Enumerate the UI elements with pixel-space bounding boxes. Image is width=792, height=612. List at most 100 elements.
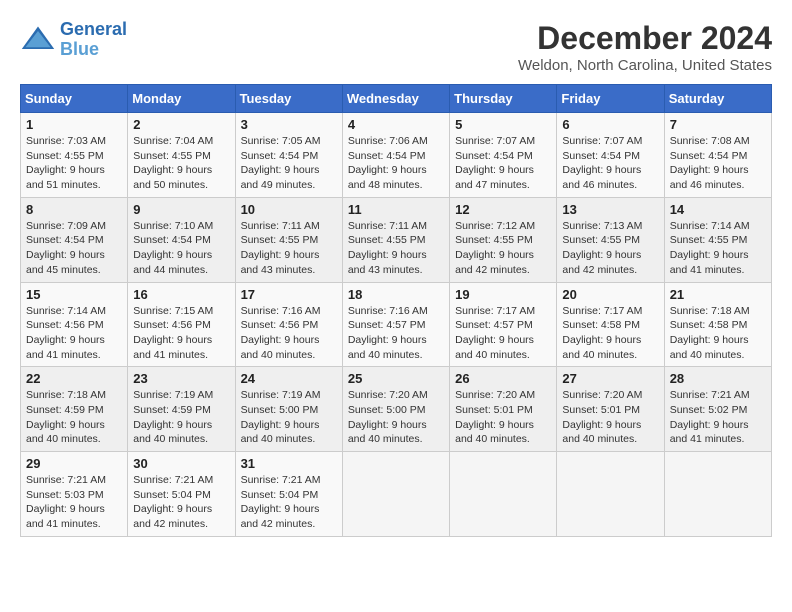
day-number: 16: [133, 287, 229, 302]
day-info: Sunrise: 7:20 AMSunset: 5:01 PMDaylight:…: [562, 388, 658, 447]
day-info: Sunrise: 7:16 AMSunset: 4:56 PMDaylight:…: [241, 304, 337, 363]
calendar-cell: 28Sunrise: 7:21 AMSunset: 5:02 PMDayligh…: [664, 367, 771, 452]
page-header: General Blue December 2024 Weldon, North…: [20, 20, 772, 74]
logo: General Blue: [20, 20, 127, 60]
month-title: December 2024: [518, 20, 772, 57]
calendar-cell: [342, 452, 449, 537]
day-info: Sunrise: 7:14 AMSunset: 4:55 PMDaylight:…: [670, 219, 766, 278]
calendar-cell: [450, 452, 557, 537]
day-info: Sunrise: 7:03 AMSunset: 4:55 PMDaylight:…: [26, 134, 122, 193]
day-info: Sunrise: 7:19 AMSunset: 5:00 PMDaylight:…: [241, 388, 337, 447]
day-info: Sunrise: 7:18 AMSunset: 4:59 PMDaylight:…: [26, 388, 122, 447]
day-info: Sunrise: 7:20 AMSunset: 5:01 PMDaylight:…: [455, 388, 551, 447]
day-number: 8: [26, 202, 122, 217]
day-number: 24: [241, 371, 337, 386]
calendar-cell: 2 Sunrise: 7:04 AMSunset: 4:55 PMDaylight…: [128, 113, 235, 198]
day-number: 20: [562, 287, 658, 302]
calendar-cell: 5 Sunrise: 7:07 AMSunset: 4:54 PMDaylight…: [450, 113, 557, 198]
day-info: Sunrise: 7:09 AMSunset: 4:54 PMDaylight:…: [26, 219, 122, 278]
day-number: 4: [348, 117, 444, 132]
calendar-cell: 23 Sunrise: 7:19 AMSunset: 4:59 PMDayligh…: [128, 367, 235, 452]
calendar-cell: 7 Sunrise: 7:08 AMSunset: 4:54 PMDaylight…: [664, 113, 771, 198]
calendar-cell: 13Sunrise: 7:13 AMSunset: 4:55 PMDayligh…: [557, 197, 664, 282]
calendar-cell: 1Sunrise: 7:03 AMSunset: 4:55 PMDaylight…: [21, 113, 128, 198]
logo-icon: [20, 22, 56, 58]
day-number: 25: [348, 371, 444, 386]
day-number: 15: [26, 287, 122, 302]
day-number: 27: [562, 371, 658, 386]
calendar-cell: 29 Sunrise: 7:21 AMSunset: 5:03 PMDayligh…: [21, 452, 128, 537]
day-info: Sunrise: 7:21 AMSunset: 5:02 PMDaylight:…: [670, 388, 766, 447]
day-number: 5: [455, 117, 551, 132]
calendar-cell: 25 Sunrise: 7:20 AMSunset: 5:00 PMDayligh…: [342, 367, 449, 452]
calendar-cell: [557, 452, 664, 537]
day-number: 11: [348, 202, 444, 217]
day-number: 10: [241, 202, 337, 217]
col-header-sunday: Sunday: [21, 85, 128, 113]
day-info: Sunrise: 7:18 AMSunset: 4:58 PMDaylight:…: [670, 304, 766, 363]
day-number: 30: [133, 456, 229, 471]
day-info: Sunrise: 7:15 AMSunset: 4:56 PMDaylight:…: [133, 304, 229, 363]
calendar-week-3: 15 Sunrise: 7:14 AMSunset: 4:56 PMDayligh…: [21, 282, 772, 367]
col-header-friday: Friday: [557, 85, 664, 113]
day-info: Sunrise: 7:17 AMSunset: 4:58 PMDaylight:…: [562, 304, 658, 363]
day-number: 9: [133, 202, 229, 217]
day-number: 23: [133, 371, 229, 386]
calendar-cell: 12 Sunrise: 7:12 AMSunset: 4:55 PMDayligh…: [450, 197, 557, 282]
calendar-header: SundayMondayTuesdayWednesdayThursdayFrid…: [21, 85, 772, 113]
calendar-cell: 27 Sunrise: 7:20 AMSunset: 5:01 PMDayligh…: [557, 367, 664, 452]
calendar-week-2: 8 Sunrise: 7:09 AMSunset: 4:54 PMDaylight…: [21, 197, 772, 282]
day-info: Sunrise: 7:07 AMSunset: 4:54 PMDaylight:…: [562, 134, 658, 193]
day-number: 22: [26, 371, 122, 386]
day-info: Sunrise: 7:21 AMSunset: 5:03 PMDaylight:…: [26, 473, 122, 532]
day-number: 7: [670, 117, 766, 132]
day-info: Sunrise: 7:17 AMSunset: 4:57 PMDaylight:…: [455, 304, 551, 363]
day-info: Sunrise: 7:04 AMSunset: 4:55 PMDaylight:…: [133, 134, 229, 193]
day-number: 29: [26, 456, 122, 471]
col-header-saturday: Saturday: [664, 85, 771, 113]
day-number: 26: [455, 371, 551, 386]
calendar-cell: 30Sunrise: 7:21 AMSunset: 5:04 PMDayligh…: [128, 452, 235, 537]
day-info: Sunrise: 7:12 AMSunset: 4:55 PMDaylight:…: [455, 219, 551, 278]
calendar-cell: 8 Sunrise: 7:09 AMSunset: 4:54 PMDaylight…: [21, 197, 128, 282]
calendar-cell: 22 Sunrise: 7:18 AMSunset: 4:59 PMDayligh…: [21, 367, 128, 452]
calendar-cell: 10Sunrise: 7:11 AMSunset: 4:55 PMDayligh…: [235, 197, 342, 282]
day-number: 2: [133, 117, 229, 132]
location-title: Weldon, North Carolina, United States: [518, 57, 772, 74]
day-info: Sunrise: 7:14 AMSunset: 4:56 PMDaylight:…: [26, 304, 122, 363]
calendar-cell: 17 Sunrise: 7:16 AMSunset: 4:56 PMDayligh…: [235, 282, 342, 367]
day-info: Sunrise: 7:10 AMSunset: 4:54 PMDaylight:…: [133, 219, 229, 278]
calendar-cell: 16 Sunrise: 7:15 AMSunset: 4:56 PMDayligh…: [128, 282, 235, 367]
day-info: Sunrise: 7:11 AMSunset: 4:55 PMDaylight:…: [348, 219, 444, 278]
calendar-cell: 18Sunrise: 7:16 AMSunset: 4:57 PMDayligh…: [342, 282, 449, 367]
col-header-tuesday: Tuesday: [235, 85, 342, 113]
day-info: Sunrise: 7:07 AMSunset: 4:54 PMDaylight:…: [455, 134, 551, 193]
col-header-thursday: Thursday: [450, 85, 557, 113]
calendar-cell: 6 Sunrise: 7:07 AMSunset: 4:54 PMDaylight…: [557, 113, 664, 198]
day-number: 18: [348, 287, 444, 302]
day-number: 13: [562, 202, 658, 217]
title-block: December 2024 Weldon, North Carolina, Un…: [518, 20, 772, 74]
col-header-wednesday: Wednesday: [342, 85, 449, 113]
day-number: 6: [562, 117, 658, 132]
calendar-cell: 19Sunrise: 7:17 AMSunset: 4:57 PMDayligh…: [450, 282, 557, 367]
day-number: 31: [241, 456, 337, 471]
calendar-cell: 3 Sunrise: 7:05 AMSunset: 4:54 PMDaylight…: [235, 113, 342, 198]
day-number: 21: [670, 287, 766, 302]
calendar-week-1: 1Sunrise: 7:03 AMSunset: 4:55 PMDaylight…: [21, 113, 772, 198]
calendar-cell: 21 Sunrise: 7:18 AMSunset: 4:58 PMDayligh…: [664, 282, 771, 367]
calendar-table: SundayMondayTuesdayWednesdayThursdayFrid…: [20, 84, 772, 537]
day-number: 3: [241, 117, 337, 132]
day-info: Sunrise: 7:19 AMSunset: 4:59 PMDaylight:…: [133, 388, 229, 447]
day-number: 17: [241, 287, 337, 302]
calendar-cell: 31Sunrise: 7:21 AMSunset: 5:04 PMDayligh…: [235, 452, 342, 537]
calendar-cell: 20 Sunrise: 7:17 AMSunset: 4:58 PMDayligh…: [557, 282, 664, 367]
day-info: Sunrise: 7:05 AMSunset: 4:54 PMDaylight:…: [241, 134, 337, 193]
day-info: Sunrise: 7:20 AMSunset: 5:00 PMDaylight:…: [348, 388, 444, 447]
day-info: Sunrise: 7:06 AMSunset: 4:54 PMDaylight:…: [348, 134, 444, 193]
day-info: Sunrise: 7:08 AMSunset: 4:54 PMDaylight:…: [670, 134, 766, 193]
calendar-cell: 11 Sunrise: 7:11 AMSunset: 4:55 PMDayligh…: [342, 197, 449, 282]
calendar-week-5: 29 Sunrise: 7:21 AMSunset: 5:03 PMDayligh…: [21, 452, 772, 537]
calendar-cell: 14Sunrise: 7:14 AMSunset: 4:55 PMDayligh…: [664, 197, 771, 282]
day-number: 12: [455, 202, 551, 217]
